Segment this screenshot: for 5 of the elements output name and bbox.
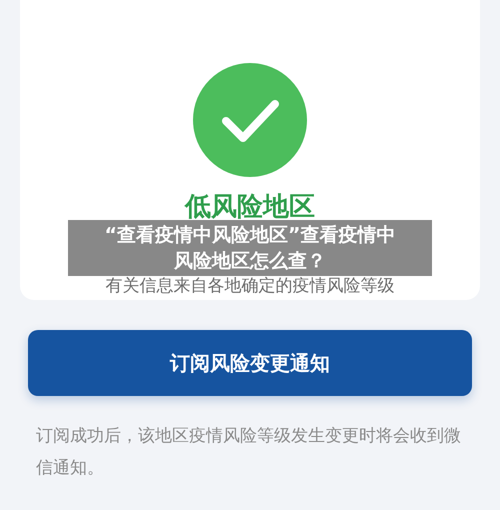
checkmark-icon <box>193 63 307 177</box>
overlay-caption: “查看疫情中风险地区”查看疫情中风险地区怎么查？ <box>68 220 432 276</box>
note-text: 订阅成功后，该地区疫情风险等级发生变更时将会收到微信通知。 <box>36 425 462 480</box>
info-text: 有关信息来自各地确定的疫情风险等级 <box>106 275 394 297</box>
subscribe-button[interactable]: 订阅风险变更通知 <box>28 330 472 396</box>
